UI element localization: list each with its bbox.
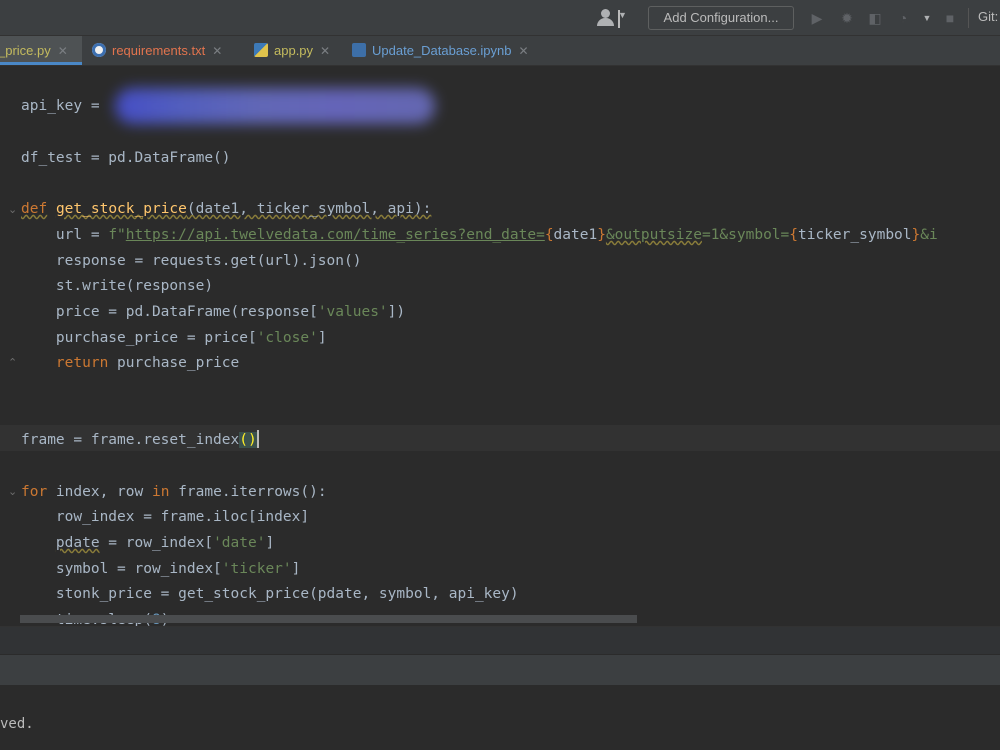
tab-label: _price.py <box>0 43 51 58</box>
code-line: stonk_price = get_stock_price(pdate, sym… <box>21 586 519 602</box>
text-file-icon <box>92 43 106 57</box>
tab-label: app.py <box>274 43 314 58</box>
code-line: def get_stock_price(date1, ticker_symbol… <box>21 201 432 217</box>
code-line: purchase_price = price['close'] <box>21 330 327 346</box>
redacted-api-key <box>115 88 435 124</box>
close-icon[interactable]: ✕ <box>519 44 529 58</box>
console-text: ved. <box>0 716 34 732</box>
code-line: frame = frame.reset_index() <box>21 430 259 448</box>
fold-end-icon[interactable]: ⌃ <box>8 356 18 369</box>
tab-app[interactable]: app.py ✕ <box>254 36 330 65</box>
tab-label: requirements.txt <box>112 43 206 58</box>
editor-tab-bar: _price.py ✕ requirements.txt ✕ app.py ✕ Upd… <box>0 36 1000 66</box>
add-configuration-button[interactable]: Add Configuration... <box>648 6 794 30</box>
stop-icon[interactable]: ■ <box>941 9 959 27</box>
tab-stock-price[interactable]: _price.py ✕ <box>0 36 82 65</box>
debug-icon[interactable]: ✹ <box>838 9 856 27</box>
coverage-icon[interactable]: ◧ <box>866 9 884 27</box>
code-line: price = pd.DataFrame(response['values']) <box>21 304 406 320</box>
notebook-file-icon <box>352 43 366 57</box>
code-line: return purchase_price <box>21 355 240 371</box>
tool-window-toolbar <box>0 654 1000 685</box>
tab-requirements[interactable]: requirements.txt ✕ <box>92 36 222 65</box>
code-line: for index, row in frame.iterrows(): <box>21 484 327 500</box>
horizontal-scrollbar[interactable] <box>20 615 637 623</box>
user-icon[interactable]: ▼ <box>594 8 628 28</box>
run-icon[interactable]: ▶ <box>808 9 826 27</box>
code-line: response = requests.get(url).json() <box>21 253 362 269</box>
fold-icon[interactable]: ⌄ <box>8 485 18 498</box>
fold-icon[interactable]: ⌄ <box>8 203 18 216</box>
code-line: row_index = frame.iloc[index] <box>21 509 310 525</box>
close-icon[interactable]: ✕ <box>58 44 68 58</box>
chevron-down-icon: ▼ <box>618 10 627 28</box>
code-line: df_test = pd.DataFrame() <box>21 150 231 166</box>
chevron-down-icon[interactable]: ▼ <box>918 9 936 27</box>
code-editor[interactable]: api_key = df_test = pd.DataFrame() ⌄ def… <box>0 66 1000 626</box>
close-icon[interactable]: ✕ <box>212 44 222 58</box>
close-icon[interactable]: ✕ <box>320 44 330 58</box>
code-line: pdate = row_index['date'] <box>55 535 275 551</box>
text-cursor <box>256 430 259 448</box>
main-toolbar: ▼ Add Configuration... ▶ ✹ ◧ ◔ ▼ ■ Git: <box>0 0 1000 36</box>
toolbar-divider <box>968 8 969 28</box>
code-line: url = f"https://api.twelvedata.com/time_… <box>21 227 938 243</box>
python-file-icon <box>254 43 268 57</box>
code-line: symbol = row_index['ticker'] <box>21 561 301 577</box>
code-line: api_key = <box>21 98 109 114</box>
console-output[interactable]: ved. <box>0 685 1000 750</box>
tab-label: Update_Database.ipynb <box>372 43 512 58</box>
code-line: st.write(response) <box>21 278 214 294</box>
tab-update-database[interactable]: Update_Database.ipynb ✕ <box>352 36 529 65</box>
tool-window-header <box>0 626 1000 654</box>
profile-icon[interactable]: ◔ <box>894 9 912 27</box>
git-label[interactable]: Git: <box>978 9 998 24</box>
